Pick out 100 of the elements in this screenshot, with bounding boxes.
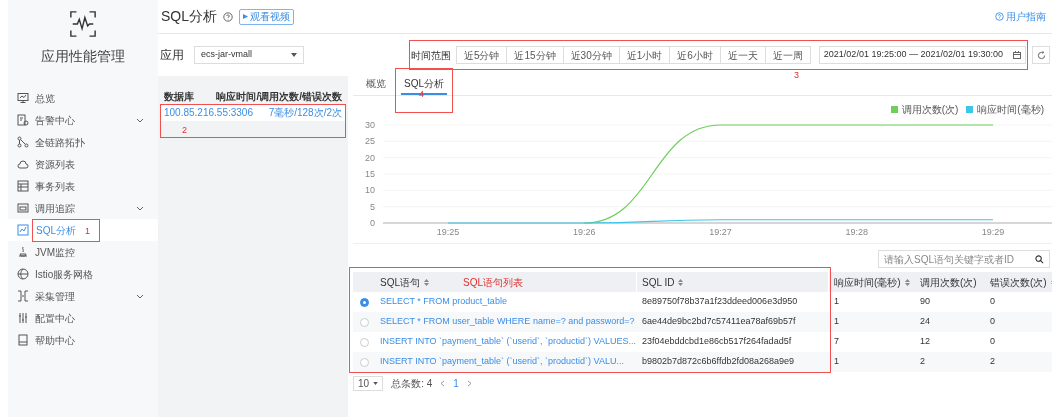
- database-address: 100.85.216.55:3306: [164, 106, 253, 120]
- nav-item[interactable]: 采集管理: [8, 285, 158, 307]
- radio-button[interactable]: [359, 317, 369, 327]
- refresh-button[interactable]: [1032, 46, 1050, 64]
- legend-label: 响应时间(毫秒): [977, 103, 1044, 117]
- nav-item[interactable]: 帮助中心: [8, 329, 158, 351]
- column-header: 响应时间/调用次数/错误次数: [216, 89, 342, 104]
- tab[interactable]: 概览: [363, 76, 389, 95]
- nav-item[interactable]: 告警中心: [8, 109, 158, 131]
- nav-item[interactable]: 配置中心: [8, 307, 158, 329]
- database-stats: 7毫秒/128次/2次: [268, 106, 342, 120]
- x-tick-label: 19:27: [709, 227, 732, 237]
- dropdown-icon: [291, 53, 297, 57]
- y-tick-label: 0: [370, 218, 375, 228]
- table-row[interactable]: INSERT INTO `payment_table` (`userid`, `productid`) VALU... b9802b7d872c6b6ffdb2fd08a268a9e9 1 2 2: [353, 352, 1052, 372]
- response-time: 1: [833, 295, 840, 309]
- radio-button[interactable]: [359, 297, 369, 307]
- column-header[interactable]: 错误次数(次): [985, 272, 1052, 292]
- annotation-label: 1: [85, 226, 90, 236]
- nav-label: 告警中心: [35, 114, 75, 126]
- page-title: SQL分析: [161, 7, 217, 26]
- nav-item[interactable]: 全链路拓扑: [8, 131, 158, 153]
- time-option[interactable]: 近5分钟: [455, 46, 508, 64]
- bracket-icon: [17, 290, 29, 302]
- sql-id: 23f04ebddcbd1e86cb517f264fadad5f: [641, 335, 793, 349]
- topology-icon: [17, 136, 29, 148]
- watch-video-button[interactable]: 观看视频: [239, 8, 294, 25]
- nav-item[interactable]: SQL分析 1: [8, 219, 158, 241]
- sort-icon: [424, 278, 429, 286]
- help-icon: [995, 12, 1004, 21]
- response-time: 1: [833, 355, 840, 369]
- nav-label: 采集管理: [35, 290, 75, 302]
- nav-label: 配置中心: [35, 312, 75, 324]
- help-icon[interactable]: [223, 11, 233, 22]
- search-field[interactable]: 请输入SQL语句关键字或者ID: [878, 250, 1050, 268]
- table-icon: [17, 180, 29, 192]
- calendar-icon: [1013, 51, 1021, 59]
- time-option[interactable]: 近一天: [719, 46, 766, 64]
- column-header[interactable]: 调用次数(次): [915, 272, 985, 292]
- sql-statement-link[interactable]: SELECT * FROM product_table: [375, 295, 637, 309]
- document-icon: [17, 114, 29, 126]
- time-option[interactable]: 近1小时: [618, 46, 671, 64]
- table-row[interactable]: SELECT * FROM user_table WHERE name=? and password=? 6ae44de9bc2bd7c57411ea78af69b57f 1 24 0: [353, 312, 1052, 332]
- x-tick-label: 19:26: [573, 227, 596, 237]
- nav-item[interactable]: 总览: [8, 87, 158, 109]
- y-tick-label: 15: [365, 169, 375, 179]
- x-tick-label: 19:29: [981, 227, 1005, 237]
- nav-item[interactable]: 资源列表: [8, 153, 158, 175]
- call-count: 90: [919, 295, 931, 309]
- sql-statement-link[interactable]: INSERT INTO `payment_table` (`userid`, `productid`) VALUES...: [375, 335, 637, 349]
- radio-button[interactable]: [359, 357, 369, 367]
- response-time: 1: [833, 315, 840, 329]
- nav-label: 调用追踪: [35, 202, 75, 214]
- next-page-icon[interactable]: [466, 380, 472, 387]
- page-number[interactable]: 1: [453, 376, 459, 391]
- cup-icon: [17, 246, 29, 258]
- sort-icon: [904, 278, 910, 286]
- call-count: 2: [919, 355, 926, 369]
- logo-icon: [69, 10, 97, 38]
- error-count: 0: [989, 295, 996, 309]
- previous-page-icon[interactable]: [440, 380, 446, 387]
- nav-label: JVM监控: [35, 246, 75, 258]
- nav-item[interactable]: 事务列表: [8, 175, 158, 197]
- column-header: 数据库: [164, 89, 194, 104]
- user-guide-link[interactable]: 用户指南: [995, 9, 1050, 24]
- x-tick-label: 19:25: [436, 227, 460, 237]
- date-range-field[interactable]: 2021/02/01 19:25:00 — 2021/02/01 19:30:00: [818, 46, 1026, 64]
- y-tick-label: 25: [365, 136, 375, 147]
- y-tick-label: 20: [365, 152, 375, 163]
- error-count: 0: [989, 315, 996, 329]
- nav-label: 总览: [35, 92, 55, 104]
- time-option[interactable]: 近一周: [764, 46, 811, 64]
- nav-label: 帮助中心: [35, 334, 75, 346]
- page-size-select[interactable]: 10: [353, 376, 384, 391]
- call-count: 24: [919, 315, 931, 329]
- sql-id: 6ae44de9bc2bd7c57411ea78af69b57f: [641, 315, 797, 329]
- sort-icon: [678, 278, 684, 286]
- chart-icon: [17, 224, 29, 236]
- nav-label: SQL分析: [36, 224, 76, 236]
- time-option[interactable]: 近15分钟: [506, 46, 564, 64]
- app-select[interactable]: ecs-jar-vmall: [194, 46, 304, 64]
- time-option[interactable]: 近6小时: [669, 46, 721, 64]
- radio-button[interactable]: [359, 337, 369, 347]
- column-header[interactable]: 响应时间(毫秒): [829, 272, 915, 292]
- window-icon: [17, 202, 29, 214]
- nav-item[interactable]: JVM监控: [8, 241, 158, 263]
- y-tick-label: 30: [365, 120, 375, 130]
- time-option[interactable]: 近30分钟: [562, 46, 620, 64]
- sliders-icon: [17, 312, 29, 324]
- app-title: 应用性能管理: [41, 47, 125, 66]
- dropdown-icon: [373, 382, 379, 385]
- search-icon: [1035, 254, 1044, 264]
- nav-item[interactable]: 调用追踪: [8, 197, 158, 219]
- y-tick-label: 5: [370, 201, 375, 212]
- book-icon: [17, 334, 29, 346]
- nav-item[interactable]: Istio服务网格: [8, 263, 158, 285]
- call-count: 12: [919, 335, 931, 349]
- total-count: 总条数: 4: [391, 377, 433, 391]
- error-count: 2: [989, 355, 996, 369]
- app-label: 应用: [160, 47, 184, 64]
